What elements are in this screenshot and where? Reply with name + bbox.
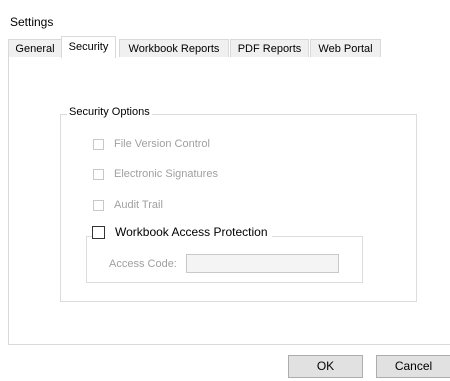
tab-web-portal[interactable]: Web Portal (310, 39, 381, 57)
title-bar: Settings (0, 0, 450, 36)
audit-trail-label: Audit Trail (114, 199, 163, 211)
checkbox-icon[interactable] (93, 199, 104, 211)
audit-trail-option[interactable]: Audit Trail (93, 199, 163, 211)
window-title: Settings (10, 15, 54, 29)
ok-button[interactable]: OK (288, 355, 363, 378)
workbook-access-protection-label: Workbook Access Protection (115, 225, 268, 239)
file-version-control-label: File Version Control (114, 138, 210, 150)
tab-workbook-reports[interactable]: Workbook Reports (119, 39, 229, 57)
electronic-signatures-label: Electronic Signatures (114, 168, 218, 180)
tab-general[interactable]: General (8, 39, 62, 57)
tab-strip: General Security Workbook Reports PDF Re… (8, 36, 450, 58)
security-options-label: Security Options (67, 106, 152, 118)
checkbox-icon[interactable] (93, 138, 104, 150)
checkbox-icon[interactable] (92, 225, 105, 239)
checkbox-icon[interactable] (93, 168, 104, 180)
tab-pdf-reports[interactable]: PDF Reports (230, 39, 309, 57)
tab-security[interactable]: Security (61, 36, 116, 58)
access-code-input[interactable] (186, 254, 339, 273)
footer-divider (8, 344, 450, 345)
electronic-signatures-option[interactable]: Electronic Signatures (93, 168, 218, 180)
cancel-button[interactable]: Cancel (376, 355, 450, 378)
access-code-label: Access Code: (109, 258, 177, 270)
file-version-control-option[interactable]: File Version Control (93, 138, 210, 150)
workbook-access-protection-option[interactable]: Workbook Access Protection (92, 225, 272, 239)
